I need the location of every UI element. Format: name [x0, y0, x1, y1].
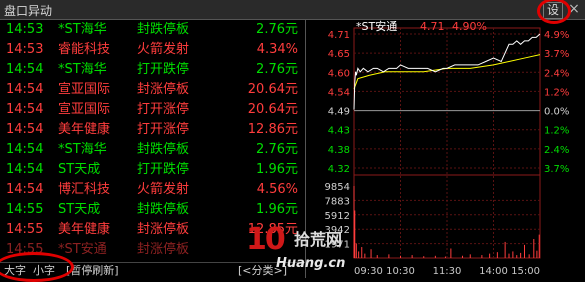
row-event: 封跌停板	[137, 202, 190, 217]
row-event: 封涨停板	[137, 82, 190, 97]
x-tick-label: 11:30	[433, 266, 462, 277]
right-tick-label: 2.4%	[544, 145, 569, 156]
row-value: 1.96元	[256, 202, 298, 217]
row-stock-name: 宣亚国际	[58, 82, 111, 97]
row-value: 4.56%	[256, 182, 298, 197]
row-time: 14:54	[6, 102, 44, 117]
list-item[interactable]: 14:54 *ST海华 打开跌停 2.76元	[0, 60, 304, 80]
row-value: 2.76元	[256, 22, 298, 37]
list-item[interactable]: 14:53 睿能科技 火箭发射 4.34%	[0, 40, 304, 60]
row-time: 14:55	[6, 222, 44, 237]
chart-stock-name: *ST安通	[356, 20, 397, 33]
window-titlebar: 盘口异动 设 ×	[0, 0, 585, 20]
left-tick-label: 4.49	[328, 107, 350, 118]
row-stock-name: 美年健康	[58, 222, 111, 237]
left-tick-label: 4.65	[328, 49, 350, 60]
row-stock-name: *ST安通	[58, 242, 107, 257]
row-event: 打开涨停	[137, 102, 190, 117]
row-value: 20.64元	[247, 82, 298, 97]
row-stock-name: *ST海华	[58, 142, 107, 157]
row-time: 14:54	[6, 82, 44, 97]
row-value: 2.76元	[256, 62, 298, 77]
volume-tick-label: 9854	[325, 182, 350, 193]
settings-button[interactable]: 设	[543, 2, 563, 19]
row-stock-name: ST天成	[58, 202, 101, 217]
row-stock-name: 博汇科技	[58, 182, 111, 197]
left-tick-label: 4.54	[328, 87, 350, 98]
row-event: 封涨停板	[137, 222, 190, 237]
row-stock-name: 美年健康	[58, 122, 111, 137]
row-time: 14:55	[6, 202, 44, 217]
left-tick-label: 4.43	[328, 126, 350, 137]
row-event: 火箭发射	[137, 42, 190, 57]
row-value: 4.34%	[256, 42, 298, 57]
row-event: 封涨停板	[137, 242, 190, 257]
row-stock-name: ST天成	[58, 162, 101, 177]
row-time: 14:55	[6, 242, 44, 257]
right-tick-label: 1.2%	[544, 126, 569, 137]
row-event: 火箭发射	[137, 182, 190, 197]
row-stock-name: 宣亚国际	[58, 102, 111, 117]
list-item[interactable]: 14:55 ST天成 封跌停板 1.96元	[0, 200, 304, 220]
volume-tick-label: 7883	[325, 196, 350, 207]
watermark-number: 10	[246, 222, 286, 257]
row-time: 14:53	[6, 22, 44, 37]
chart-current-price: 4.71	[420, 20, 445, 33]
list-item[interactable]: 14:54 宣亚国际 打开涨停 20.64元	[0, 100, 304, 120]
list-item[interactable]: 14:54 *ST海华 封跌停板 2.76元	[0, 140, 304, 160]
right-tick-label: 3.7%	[544, 164, 569, 175]
list-item[interactable]: 14:54 美年健康 打开涨停 12.86元	[0, 120, 304, 140]
list-item[interactable]: 14:54 宣亚国际 封涨停板 20.64元	[0, 80, 304, 100]
chart-change-percent: 4.90%	[452, 20, 487, 33]
window-title: 盘口异动	[4, 4, 53, 18]
row-event: 打开跌停	[137, 162, 190, 177]
pause-refresh-button[interactable]: [暂停刷新]	[66, 263, 119, 279]
row-event: 打开涨停	[137, 122, 190, 137]
right-tick-label: 1.2%	[544, 87, 569, 98]
row-time: 14:54	[6, 182, 44, 197]
row-time: 14:54	[6, 162, 44, 177]
small-font-button[interactable]: 小字	[33, 263, 55, 279]
right-tick-label: 4.9%	[544, 30, 569, 41]
left-tick-label: 4.60	[328, 68, 350, 79]
watermark-logo: 10 拾荒网 Huang.cn	[246, 222, 356, 278]
row-value: 12.86元	[247, 122, 298, 137]
row-value: 2.76元	[256, 142, 298, 157]
list-item[interactable]: 14:54 ST天成 打开跌停 1.96元	[0, 160, 304, 180]
big-font-button[interactable]: 大字	[4, 263, 26, 279]
right-tick-label: 2.4%	[544, 68, 569, 79]
row-time: 14:54	[6, 62, 44, 77]
row-event: 封跌停板	[137, 142, 190, 157]
watermark-text: 拾荒网	[294, 230, 343, 249]
left-tick-label: 4.38	[328, 145, 350, 156]
left-tick-label: 4.32	[328, 164, 350, 175]
row-time: 14:54	[6, 142, 44, 157]
row-stock-name: *ST海华	[58, 62, 107, 77]
row-time: 14:53	[6, 42, 44, 57]
x-tick-label: 10:30	[386, 266, 415, 277]
right-tick-label: 0.0%	[544, 107, 569, 118]
row-value: 20.64元	[247, 102, 298, 117]
close-button[interactable]: ×	[566, 1, 582, 17]
row-time: 14:54	[6, 122, 44, 137]
row-stock-name: *ST海华	[58, 22, 107, 37]
right-tick-label: 3.7%	[544, 49, 569, 60]
watermark-url: Huang.cn	[276, 256, 346, 271]
x-tick-label: 14:00	[479, 266, 508, 277]
list-item[interactable]: 14:54 博汇科技 火箭发射 4.56%	[0, 180, 304, 200]
x-tick-label: 15:00	[511, 266, 540, 277]
left-tick-label: 4.71	[328, 30, 350, 41]
row-event: 封跌停板	[137, 22, 190, 37]
row-stock-name: 睿能科技	[58, 42, 111, 57]
volume-tick-label: 5912	[325, 211, 350, 222]
x-tick-label: 09:30	[354, 266, 383, 277]
row-event: 打开跌停	[137, 62, 190, 77]
list-item[interactable]: 14:53 *ST海华 封跌停板 2.76元	[0, 20, 304, 40]
chart-frame	[353, 27, 541, 259]
row-value: 1.96元	[256, 162, 298, 177]
